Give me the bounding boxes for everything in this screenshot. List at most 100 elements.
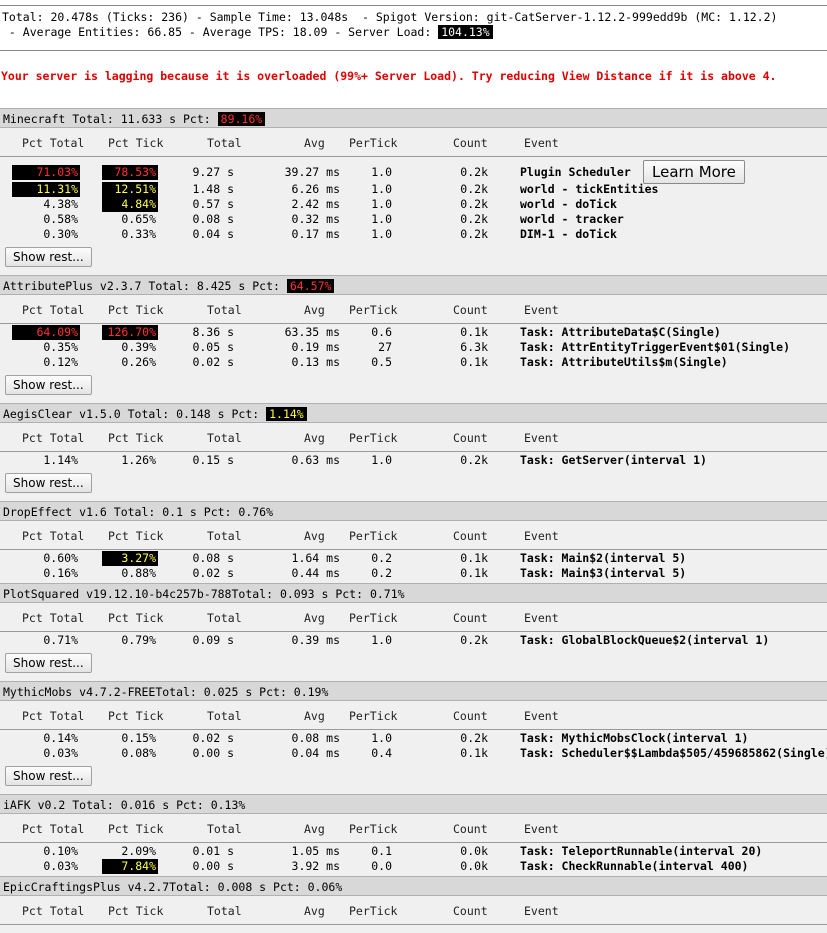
summary-line-1: Total: 20.478s (Ticks: 236) - Sample Tim… xyxy=(2,10,778,24)
pct-total-cell: 11.31% xyxy=(0,182,80,197)
col-avg: Avg xyxy=(304,303,325,317)
pct-total-cell: 0.71% xyxy=(0,633,80,648)
per-tick-cell: 0.6 xyxy=(371,325,392,339)
header-separator xyxy=(0,729,827,730)
plugin-title-text: iAFK v0.2 Total: 0.016 s Pct: 0.13% xyxy=(3,798,246,812)
show-rest-button[interactable]: Show rest... xyxy=(5,766,92,786)
avg-cell: 0.13 ms xyxy=(291,355,340,369)
pct-tick-value: 0.08% xyxy=(121,746,156,760)
col-count: Count xyxy=(453,611,488,625)
avg-cell: 0.44 ms xyxy=(291,566,340,580)
plugin-section: DropEffect v1.6 Total: 0.1 s Pct: 0.76% P… xyxy=(0,501,827,583)
pct-tick-cell: 2.09% xyxy=(88,844,158,859)
plugin-section: EpicCraftingsPlus v4.2.7Total: 0.008 s P… xyxy=(0,876,827,933)
col-total: Total xyxy=(207,136,242,150)
total-cell: 0.04 s xyxy=(192,227,234,241)
pct-tick-value: 126.70% xyxy=(102,325,158,340)
event-row: 0.60% 3.27% 0.08 s 1.64 ms 0.2 0.1k Task: Main… xyxy=(0,551,827,566)
total-cell: 0.08 s xyxy=(192,212,234,226)
plugin-pct-badge: 89.16% xyxy=(217,112,266,126)
pct-total-value: 64.09% xyxy=(12,325,80,340)
event-row: 0.16% 0.88% 0.02 s 0.44 ms 0.2 0.1k Task: Main… xyxy=(0,566,827,581)
total-cell: 0.09 s xyxy=(192,633,234,647)
event-row: 4.38% 4.84% 0.57 s 2.42 ms 1.0 0.2k world - do… xyxy=(0,197,827,212)
col-pct-total: Pct Total xyxy=(22,709,85,723)
column-header-row: Pct Total Pct Tick Total Avg PerTick Count Eve… xyxy=(0,610,827,626)
header-separator xyxy=(0,323,827,324)
col-count: Count xyxy=(453,431,488,445)
count-cell: 0.1k xyxy=(460,355,488,369)
pct-total-cell: 1.14% xyxy=(0,453,80,468)
show-rest-button[interactable]: Show rest... xyxy=(5,473,92,493)
total-cell: 0.08 s xyxy=(192,551,234,565)
plugin-title-text: DropEffect v1.6 Total: 0.1 s Pct: 0.76% xyxy=(3,505,274,519)
event-name: Task: Main$3(interval 5) xyxy=(520,566,687,580)
pct-tick-cell: 0.79% xyxy=(88,633,158,648)
pct-total-cell: 71.03% xyxy=(0,165,80,180)
plugin-section: iAFK v0.2 Total: 0.016 s Pct: 0.13% Pct T… xyxy=(0,794,827,876)
pct-tick-value: 0.33% xyxy=(121,227,156,241)
col-pct-tick: Pct Tick xyxy=(108,431,164,445)
plugin-title-text: AttributePlus v2.3.7 Total: 8.425 s Pct: xyxy=(3,279,287,293)
pct-tick-cell: 78.53% xyxy=(88,165,158,180)
column-header-row: Pct Total Pct Tick Total Avg PerTick Count Eve… xyxy=(0,708,827,724)
learn-more-button[interactable]: Learn More xyxy=(643,160,745,184)
pct-total-cell: 0.03% xyxy=(0,746,80,761)
col-total: Total xyxy=(207,904,242,918)
avg-cell: 0.19 ms xyxy=(291,340,340,354)
col-total: Total xyxy=(207,529,242,543)
avg-cell: 0.39 ms xyxy=(291,633,340,647)
col-total: Total xyxy=(207,709,242,723)
plugin-title: iAFK v0.2 Total: 0.016 s Pct: 0.13% xyxy=(0,794,827,814)
col-event: Event xyxy=(524,431,559,445)
show-rest-button[interactable]: Show rest... xyxy=(5,247,92,267)
col-pct-tick: Pct Tick xyxy=(108,904,164,918)
col-event: Event xyxy=(524,822,559,836)
pct-total-cell: 64.09% xyxy=(0,325,80,340)
col-per-tick: PerTick xyxy=(349,431,398,445)
col-pct-tick: Pct Tick xyxy=(108,303,164,317)
col-avg: Avg xyxy=(304,529,325,543)
plugin-title: AttributePlus v2.3.7 Total: 8.425 s Pct:… xyxy=(0,275,827,295)
summary-line-2: - Average Entities: 66.85 - Average TPS:… xyxy=(2,25,439,39)
pct-total-value: 0.10% xyxy=(43,844,78,858)
col-per-tick: PerTick xyxy=(349,709,398,723)
total-cell: 0.05 s xyxy=(192,340,234,354)
per-tick-cell: 1.0 xyxy=(371,182,392,196)
pct-total-cell: 0.14% xyxy=(0,731,80,746)
pct-tick-cell: 0.88% xyxy=(88,566,158,581)
col-avg: Avg xyxy=(304,431,325,445)
column-header-row: Pct Total Pct Tick Total Avg PerTick Count Eve… xyxy=(0,430,827,446)
pct-total-value: 0.35% xyxy=(43,340,78,354)
total-cell: 0.15 s xyxy=(192,453,234,467)
pct-tick-value: 1.26% xyxy=(121,453,156,467)
per-tick-cell: 0.5 xyxy=(371,355,392,369)
pct-tick-value: 0.26% xyxy=(121,355,156,369)
show-rest-button[interactable]: Show rest... xyxy=(5,653,92,673)
plugin-title-text: Minecraft Total: 11.633 s Pct: xyxy=(3,112,218,126)
event-name: Task: CheckRunnable(interval 400) xyxy=(520,859,749,873)
col-event: Event xyxy=(524,136,559,150)
col-total: Total xyxy=(207,822,242,836)
pct-tick-value: 0.39% xyxy=(121,340,156,354)
pct-total-value: 11.31% xyxy=(12,182,80,197)
per-tick-cell: 1.0 xyxy=(371,197,392,211)
pct-total-value: 0.30% xyxy=(43,227,78,241)
total-cell: 8.36 s xyxy=(192,325,234,339)
event-row: 0.58% 0.65% 0.08 s 0.32 ms 1.0 0.2k world - tr… xyxy=(0,212,827,227)
pct-tick-cell: 0.08% xyxy=(88,746,158,761)
col-avg: Avg xyxy=(304,822,325,836)
event-row: 0.03% 0.08% 0.00 s 0.04 ms 0.4 0.1k Task: Sche… xyxy=(0,746,827,761)
column-header-row: Pct Total Pct Tick Total Avg PerTick Count Eve… xyxy=(0,903,827,919)
event-name: Task: AttributeData$C(Single) xyxy=(520,325,721,339)
event-row: 1.14% 1.26% 0.15 s 0.63 ms 1.0 0.2k Task: GetS… xyxy=(0,453,827,468)
show-rest-button[interactable]: Show rest... xyxy=(5,375,92,395)
col-per-tick: PerTick xyxy=(349,136,398,150)
col-pct-total: Pct Total xyxy=(22,822,85,836)
col-pct-total: Pct Total xyxy=(22,303,85,317)
col-per-tick: PerTick xyxy=(349,529,398,543)
pct-total-cell: 0.60% xyxy=(0,551,80,566)
per-tick-cell: 0.2 xyxy=(371,551,392,565)
col-per-tick: PerTick xyxy=(349,904,398,918)
count-cell: 6.3k xyxy=(460,340,488,354)
